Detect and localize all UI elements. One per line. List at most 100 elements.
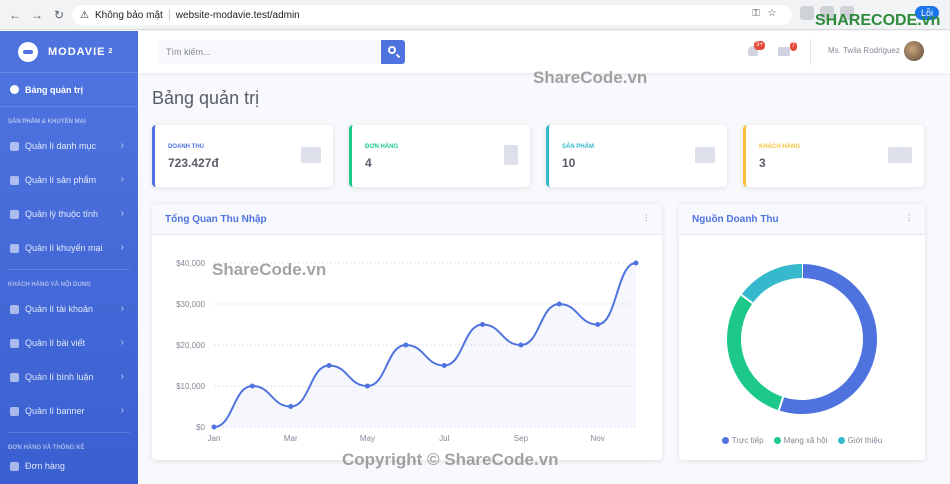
user-name[interactable]: Ms. Twila Rodriguez: [828, 46, 900, 55]
extension-icon[interactable]: [800, 6, 814, 20]
sidebar-item-dashboard[interactable]: Bảng quản trị: [0, 73, 138, 107]
sidebar-item-promotions[interactable]: Quản lí khuyến mại ›: [0, 231, 138, 265]
revenue-sources-panel: Nguồn Doanh Thu · · · Trực tiếp Mạng xã hộ…: [679, 204, 925, 460]
bookmark-star-icon[interactable]: ⚿☆: [752, 8, 784, 19]
money-icon: [301, 147, 321, 163]
legend-item: Giới thiệu: [837, 436, 882, 445]
more-options-icon[interactable]: · · ·: [908, 211, 911, 226]
card-value: 723.427đ: [168, 156, 219, 170]
brand[interactable]: MODAVIE 2: [0, 31, 138, 73]
sidebar: MODAVIE 2 Bảng quản trị SẢN PHẨM & KHUYẾ…: [0, 31, 138, 484]
clipboard-icon: [504, 145, 518, 165]
sidebar-item-orders[interactable]: Đơn hàng: [0, 455, 138, 477]
data-point: [480, 322, 486, 327]
envelope-icon[interactable]: 7: [778, 42, 797, 56]
alerts-badge: 3+: [754, 41, 765, 50]
watermark: Copyright © ShareCode.vn: [342, 450, 559, 469]
logo-icon: [18, 41, 38, 62]
y-tick-label: $30,000: [176, 300, 205, 309]
sidebar-item-posts[interactable]: Quản lí bài viết ›: [0, 326, 138, 360]
sidebar-item-accounts[interactable]: Quản lí tài khoản ›: [0, 292, 138, 326]
card-label: DOANH THU: [168, 144, 204, 150]
donut-slice: [741, 264, 803, 304]
address-bar[interactable]: ⚠ Không bảo mật website-modavie.test/adm…: [72, 5, 792, 25]
y-tick-label: $10,000: [176, 382, 205, 391]
card-label: KHÁCH HÀNG: [759, 144, 800, 150]
y-tick-label: $20,000: [176, 341, 205, 350]
tags-icon: [10, 209, 19, 219]
sidebar-heading: KHÁCH HÀNG VÀ NỘI DUNG: [8, 282, 91, 288]
chevron-right-icon: ›: [120, 405, 124, 416]
x-tick-label: Mar: [284, 434, 298, 443]
browser-toolbar: ← → ↻ ⚠ Không bảo mật website-modavie.te…: [0, 0, 950, 30]
stat-card-customers: KHÁCH HÀNG 3: [743, 125, 924, 187]
panel-title: Tổng Quan Thu Nhập: [165, 213, 267, 225]
y-tick-label: $40,000: [176, 259, 205, 268]
card-value: 3: [759, 156, 766, 170]
revenue-donut-chart: [727, 264, 877, 414]
forward-icon[interactable]: →: [26, 8, 48, 22]
legend-dot: [721, 437, 729, 444]
reload-icon[interactable]: ↻: [48, 8, 70, 22]
data-point: [441, 363, 447, 368]
earnings-overview-panel: Tổng Quan Thu Nhập · · · $0 $10,000 $20,000 $…: [152, 204, 662, 460]
data-point: [633, 260, 639, 266]
data-point: [403, 342, 409, 348]
folder-icon: [10, 406, 19, 416]
watermark: ShareCode.vn: [533, 68, 648, 87]
x-tick-label: Sep: [514, 434, 529, 443]
chevron-right-icon: ›: [120, 174, 124, 185]
security-label: Không bảo mật: [94, 9, 163, 21]
watermark-logo: SHARECODE.vn: [815, 12, 941, 29]
avatar[interactable]: [904, 41, 924, 61]
bell-icon[interactable]: 3+: [748, 41, 765, 56]
page-title: Bảng quản trị: [152, 88, 260, 108]
donut-slice: [727, 294, 784, 411]
y-tick-label: $0: [196, 423, 205, 432]
wrench-icon: [10, 175, 19, 185]
donut-slice: [778, 264, 877, 414]
x-tick-label: Jan: [208, 434, 221, 443]
sidebar-item-comments[interactable]: Quản lí bình luận ›: [0, 360, 138, 394]
back-icon[interactable]: ←: [4, 8, 26, 22]
brand-version: 2: [108, 48, 114, 55]
x-tick-label: Jul: [439, 434, 449, 443]
legend-dot: [837, 437, 845, 444]
data-point: [364, 383, 370, 389]
legend-dot: [773, 437, 781, 444]
stat-card-products: SẢN PHẨM 10: [546, 125, 727, 187]
stat-card-revenue: DOANH THU 723.427đ: [152, 125, 333, 187]
pen-icon: [10, 338, 19, 348]
search-button[interactable]: [381, 40, 405, 64]
messages-badge: 7: [789, 42, 797, 51]
chevron-right-icon: ›: [120, 208, 124, 219]
chevron-right-icon: ›: [120, 337, 124, 348]
sidebar-item-products[interactable]: Quản lí sản phẩm ›: [0, 163, 138, 197]
x-tick-label: May: [360, 434, 375, 443]
search-icon: [388, 46, 396, 54]
gear-icon: [10, 141, 19, 151]
data-point: [556, 301, 562, 307]
store-icon: [695, 147, 715, 163]
chart-legend: Trực tiếp Mạng xã hội Giới thiệu: [679, 436, 925, 445]
chevron-right-icon: ›: [120, 303, 124, 314]
legend-item: Mạng xã hội: [773, 436, 827, 445]
sidebar-item-banners[interactable]: Quản lí banner ›: [0, 394, 138, 428]
table-icon: [10, 461, 19, 471]
sidebar-item-categories[interactable]: Quản lí danh mục ›: [0, 129, 138, 163]
legend-item: Trực tiếp: [721, 436, 764, 445]
more-options-icon[interactable]: · · ·: [645, 211, 648, 226]
card-label: SẢN PHẨM: [562, 144, 595, 150]
brand-name: MODAVIE: [48, 45, 106, 58]
url-text: website-modavie.test/admin: [175, 9, 300, 21]
dashboard-icon: [10, 85, 19, 94]
card-value: 4: [365, 156, 372, 170]
search-input[interactable]: Tìm kiếm...: [158, 40, 380, 64]
sidebar-item-attributes[interactable]: Quản lý thuộc tính ›: [0, 197, 138, 231]
watermark: ShareCode.vn: [212, 260, 327, 279]
data-point: [211, 424, 217, 430]
warning-icon: ⚠: [80, 9, 89, 21]
stat-card-orders: ĐƠN HÀNG 4: [349, 125, 530, 187]
data-point: [518, 342, 524, 348]
chevron-right-icon: ›: [120, 140, 124, 151]
